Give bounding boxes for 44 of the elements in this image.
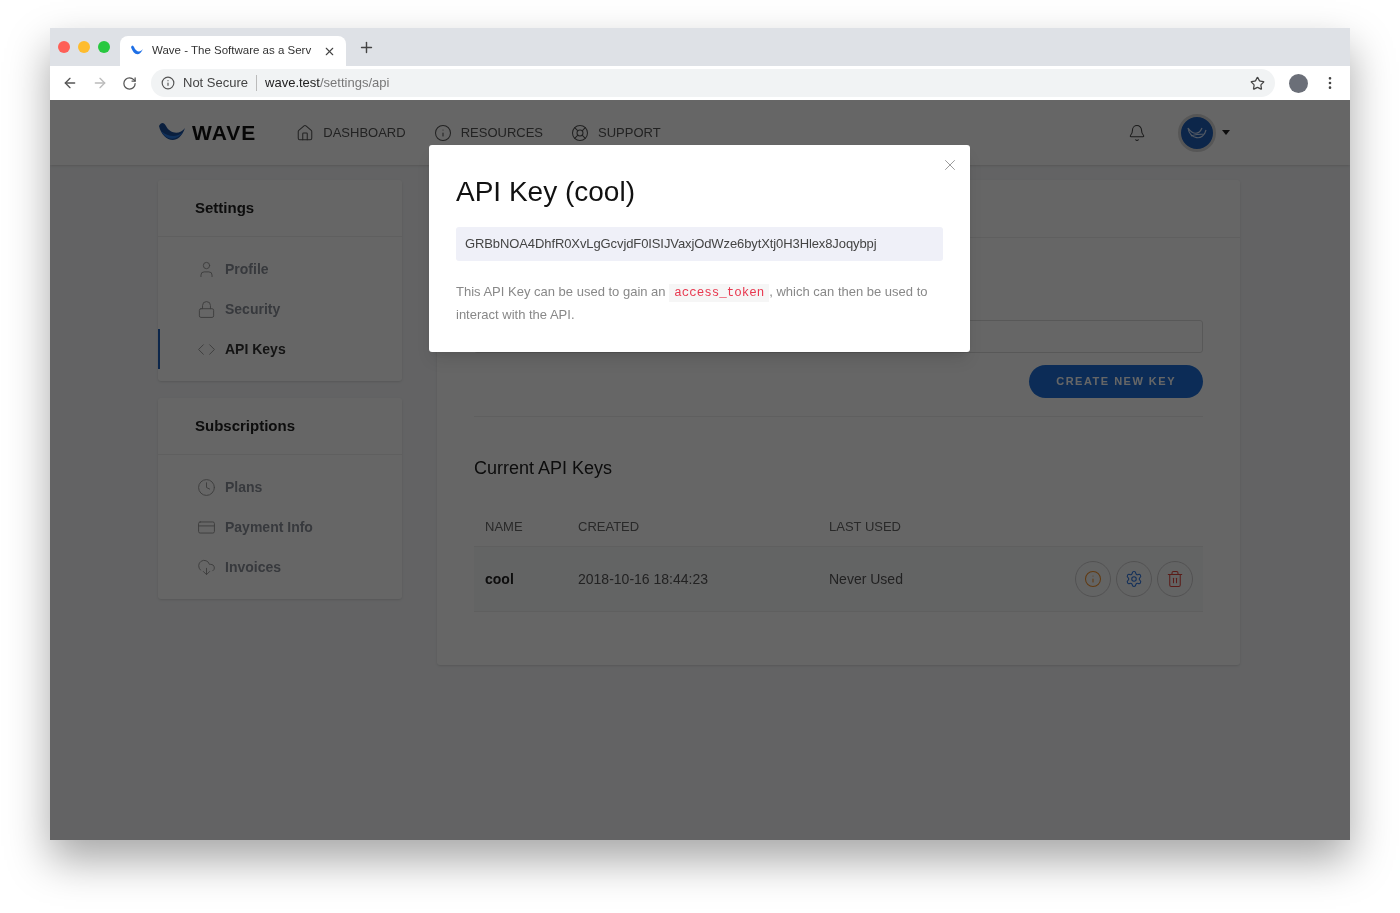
forward-icon[interactable] <box>92 75 108 91</box>
modal-title: API Key (cool) <box>456 175 636 209</box>
nav-link[interactable]: SUPPORT <box>571 122 661 143</box>
info-icon <box>161 76 175 90</box>
lifebuoy-icon <box>571 123 589 142</box>
column-header: CREATED <box>578 517 641 536</box>
key-name-cell-text: cool <box>484 569 515 589</box>
home-icon <box>296 123 315 142</box>
created-cell-text: 2018-10-16 18:44:23 <box>578 569 709 589</box>
profile-avatar[interactable] <box>1289 73 1308 93</box>
nav-link[interactable]: DASHBOARD <box>296 122 406 143</box>
security-label: Not Secure <box>183 74 249 93</box>
column-header: NAME <box>484 517 524 536</box>
address-bar[interactable]: Not Secure wave.test/settings/api <box>151 69 1275 97</box>
lock-icon <box>197 299 216 319</box>
sidebar-section-title: Settings <box>195 197 255 218</box>
caret-icon[interactable] <box>1222 130 1230 135</box>
bookmark-star-icon[interactable] <box>1250 75 1265 91</box>
modal-description: This API Key can be used to gain an access_token , which can then be used to interact with the API. <box>456 283 929 324</box>
sidebar-section-title: Subscriptions <box>195 415 295 436</box>
cloud-download-icon <box>197 557 216 577</box>
gear-icon <box>1125 570 1143 588</box>
close-window-icon[interactable] <box>58 41 70 53</box>
last-used-cell-text: Never Used <box>829 569 904 589</box>
person-icon <box>197 259 216 279</box>
browser-tab[interactable]: Wave - The Software as a Serv <box>120 36 346 66</box>
url-text: wave.test/settings/api <box>265 74 390 93</box>
nav-link[interactable]: RESOURCES <box>433 122 543 143</box>
user-avatar[interactable] <box>1178 113 1216 152</box>
notification-bell-icon[interactable] <box>1128 123 1146 142</box>
info-icon <box>1084 570 1102 588</box>
clock-icon <box>197 477 216 497</box>
api-key-field[interactable]: GRBbNOA4DhfR0XvLgGcvjdF0ISIJVaxjOdWze6bytXtj0H3Hlex8Joqybpj <box>456 227 943 261</box>
maximize-window-icon[interactable] <box>98 41 110 53</box>
tab-title: Wave - The Software as a Serv <box>152 43 313 59</box>
section-heading: Current API Keys <box>474 457 614 480</box>
sidebar-item[interactable]: API Keys <box>158 329 402 369</box>
create-new-key-button[interactable]: CREATE NEW KEY <box>1029 365 1203 398</box>
logo-text: WAVE <box>192 119 257 146</box>
back-icon[interactable] <box>62 75 78 91</box>
column-header: LAST USED <box>829 517 902 536</box>
trash-icon <box>1166 570 1184 588</box>
info-icon <box>433 123 452 142</box>
reload-icon[interactable] <box>122 75 137 91</box>
